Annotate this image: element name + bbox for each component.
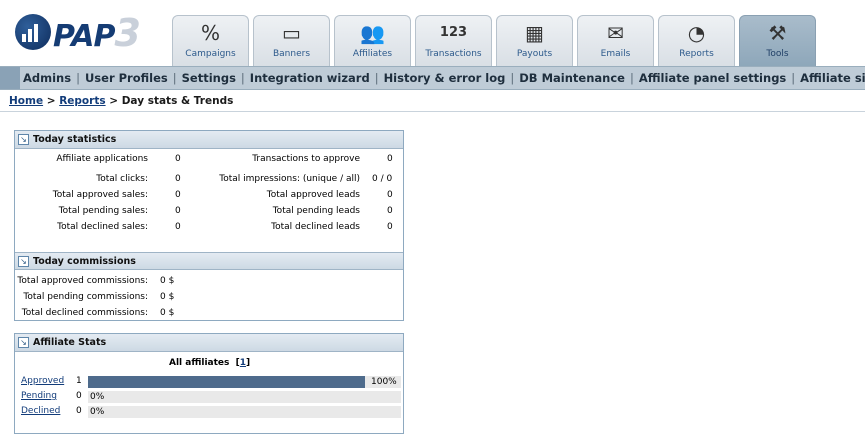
envelope-icon: ✉	[607, 21, 624, 45]
logo-chart-icon	[15, 14, 51, 50]
subnav-item-admins[interactable]: Admins	[23, 71, 71, 85]
stat-label: Total declined sales:	[57, 222, 148, 232]
tab-label: Tools	[766, 49, 789, 59]
pending-link[interactable]: Pending	[21, 391, 57, 401]
stat-value: 0	[175, 190, 181, 200]
stat-value: 0	[387, 154, 393, 164]
breadcrumb-home[interactable]: Home	[9, 95, 43, 107]
stat-value: 0	[175, 206, 181, 216]
stat-value: 0	[387, 206, 393, 216]
stat-label: Total impressions: (unique / all)	[219, 174, 360, 184]
today-panel: ↘ Today statistics Affiliate application…	[14, 130, 404, 321]
subnav-item-history-error-log[interactable]: History & error log	[384, 71, 506, 85]
tab-transactions[interactable]: 123 Transactions	[415, 15, 492, 66]
approved-percent: 100%	[370, 377, 398, 387]
calculator-icon: ▦	[525, 21, 544, 45]
tab-tools[interactable]: ⚒ Tools	[739, 15, 816, 66]
stat-value: 0	[175, 174, 181, 184]
declined-link[interactable]: Declined	[21, 406, 60, 416]
collapse-arrow-icon[interactable]: ↘	[18, 337, 29, 348]
stat-value: 0	[387, 190, 393, 200]
percent-icon: %	[200, 21, 220, 45]
commission-label: Total approved commissions:	[17, 276, 148, 286]
approved-link[interactable]: Approved	[21, 376, 64, 386]
subnav-item-db-maintenance[interactable]: DB Maintenance	[519, 71, 625, 85]
stat-value: 0	[175, 222, 181, 232]
commission-value: 0 $	[160, 308, 175, 318]
stat-label: Total clicks:	[96, 174, 148, 184]
panel-title: Today commissions	[33, 256, 136, 267]
tab-banners[interactable]: ▭ Banners	[253, 15, 330, 66]
approved-count: 1	[76, 376, 82, 386]
tab-campaigns[interactable]: % Campaigns	[172, 15, 249, 66]
numbers-icon: 123	[439, 25, 468, 40]
tab-label: Transactions	[425, 49, 482, 59]
tools-subnav: Admins | User Profiles | Settings | Integratio…	[0, 66, 865, 90]
tab-label: Banners	[272, 49, 311, 59]
tab-label: Payouts	[516, 49, 553, 59]
tab-emails[interactable]: ✉ Emails	[577, 15, 654, 66]
collapse-arrow-icon[interactable]: ↘	[18, 134, 29, 145]
panel-title: Today statistics	[33, 134, 117, 145]
subnav-item-affiliate-signup-settings[interactable]: Affiliate signup settings	[800, 71, 865, 85]
stat-label: Total pending sales:	[58, 206, 148, 216]
pending-percent: 0%	[90, 392, 105, 402]
breadcrumb: Home > Reports > Day stats & Trends	[9, 95, 234, 107]
stat-value: 0	[387, 222, 393, 232]
tab-label: Affiliates	[352, 49, 393, 59]
affiliate-stats-header: ↘ Affiliate Stats	[15, 334, 403, 352]
all-affiliates-count-link[interactable]: 1	[240, 358, 246, 368]
stat-label: Transactions to approve	[252, 154, 360, 164]
subnav-accent	[0, 67, 20, 89]
today-statistics-header: ↘ Today statistics	[15, 131, 403, 149]
tab-affiliates[interactable]: 👥 Affiliates	[334, 15, 411, 66]
stat-label: Total declined leads	[271, 222, 360, 232]
stat-label: Total approved sales:	[52, 190, 148, 200]
tab-reports[interactable]: ◔ Reports	[658, 15, 735, 66]
logo-version: 3	[114, 11, 140, 55]
people-icon: 👥	[360, 21, 385, 45]
pending-progress-bar: 0%	[88, 391, 401, 403]
approved-progress-bar: 100%	[88, 376, 401, 388]
tools-icon: ⚒	[768, 21, 787, 45]
stat-label: Total approved leads	[266, 190, 360, 200]
breadcrumb-divider	[0, 111, 865, 112]
declined-progress-bar: 0%	[88, 406, 401, 418]
affiliate-stats-panel: ↘ Affiliate Stats All affiliates [1] App…	[14, 333, 404, 434]
declined-percent: 0%	[90, 407, 105, 417]
stat-value: 0 / 0	[372, 174, 393, 184]
commission-value: 0 $	[160, 276, 175, 286]
panel-title: Affiliate Stats	[33, 337, 107, 348]
breadcrumb-current: Day stats & Trends	[121, 95, 234, 107]
subnav-item-affiliate-panel-settings[interactable]: Affiliate panel settings	[639, 71, 786, 85]
tab-label: Campaigns	[185, 49, 236, 59]
collapse-arrow-icon[interactable]: ↘	[18, 256, 29, 267]
tab-payouts[interactable]: ▦ Payouts	[496, 15, 573, 66]
approved-bar-fill	[88, 376, 365, 388]
subnav-item-integration-wizard[interactable]: Integration wizard	[250, 71, 370, 85]
pending-count: 0	[76, 391, 82, 401]
stat-label: Affiliate applications	[56, 154, 148, 164]
commission-label: Total declined commissions:	[21, 308, 148, 318]
stat-label: Total pending leads	[272, 206, 360, 216]
all-affiliates-heading: All affiliates [1]	[169, 358, 251, 368]
commission-value: 0 $	[160, 292, 175, 302]
commission-label: Total pending commissions:	[23, 292, 148, 302]
logo-name: PAP	[53, 19, 115, 54]
banner-icon: ▭	[282, 21, 301, 45]
pie-chart-icon: ◔	[687, 21, 706, 45]
app-header: PAP3 % Campaigns ▭ Banners 👥 Affiliates …	[0, 0, 865, 66]
tab-label: Emails	[600, 49, 631, 59]
tab-label: Reports	[679, 49, 714, 59]
subnav-item-user-profiles[interactable]: User Profiles	[85, 71, 168, 85]
breadcrumb-reports[interactable]: Reports	[59, 95, 105, 107]
today-commissions-header: ↘ Today commissions	[15, 252, 403, 270]
subnav-item-settings[interactable]: Settings	[182, 71, 236, 85]
declined-count: 0	[76, 406, 82, 416]
stat-value: 0	[175, 154, 181, 164]
pap-logo[interactable]: PAP3	[15, 14, 155, 56]
